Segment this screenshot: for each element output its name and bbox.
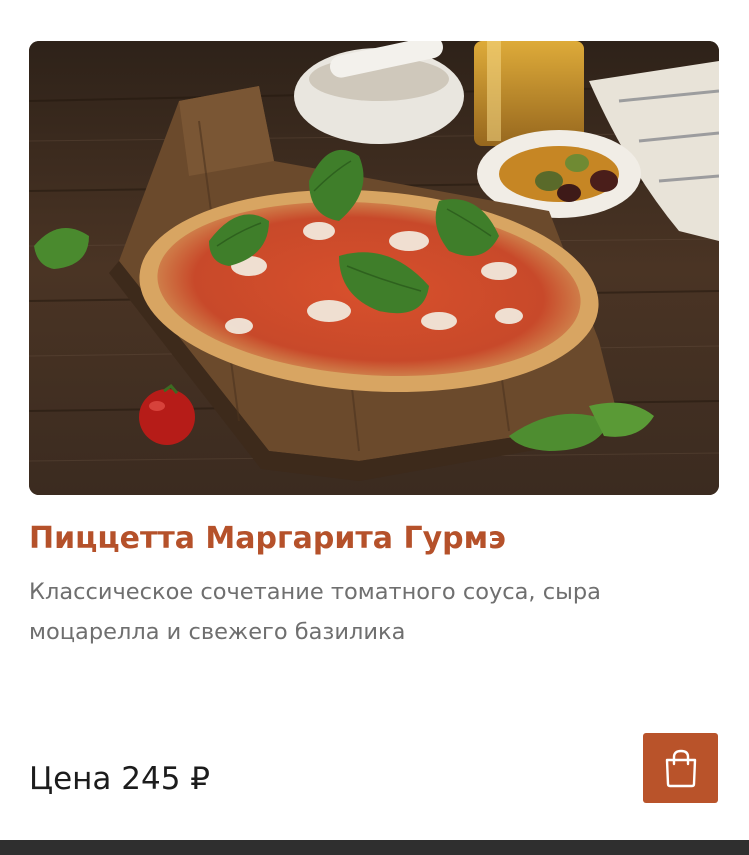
product-price: Цена 245 ₽ — [29, 761, 211, 797]
product-image[interactable] — [29, 41, 719, 495]
product-description: Классическое сочетание томатного соуса, … — [29, 579, 601, 645]
shopping-bag-icon — [665, 749, 696, 788]
pizza-photo-illustration — [29, 41, 719, 495]
add-to-cart-button[interactable] — [643, 733, 718, 803]
product-card: Пиццетта Маргарита Гурмэ Классическое со… — [0, 0, 749, 855]
bottom-bar — [0, 840, 749, 855]
product-title: Пиццетта Маргарита Гурмэ — [29, 521, 506, 556]
